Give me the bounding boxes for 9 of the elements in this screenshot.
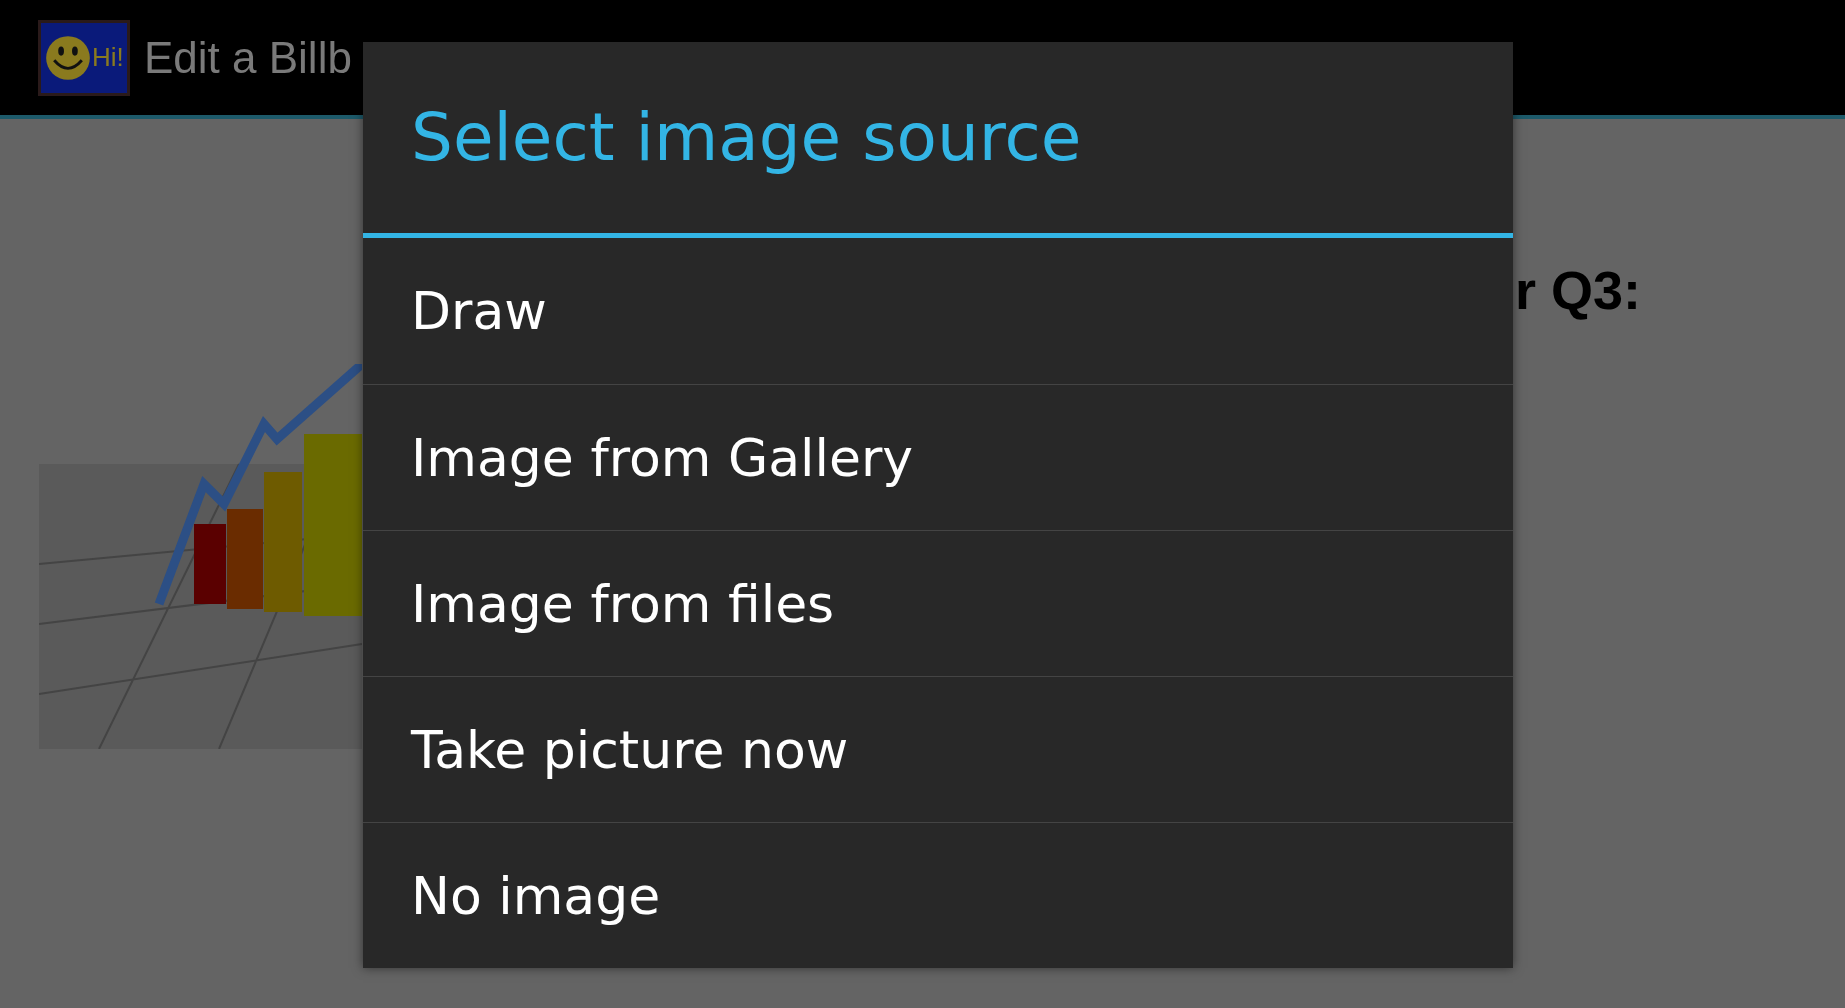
logo-text: Hi! (92, 42, 124, 73)
menu-item[interactable]: Image from files (363, 530, 1513, 676)
screen-title: Edit a Billb (144, 32, 352, 83)
smiley-icon (45, 34, 91, 81)
menu-item[interactable]: Image from Gallery (363, 384, 1513, 530)
section-heading: r Q3: (1515, 259, 1642, 321)
menu-item[interactable]: Draw (363, 238, 1513, 384)
menu-item[interactable]: No image (363, 822, 1513, 968)
menu-item[interactable]: Take picture now (363, 676, 1513, 822)
